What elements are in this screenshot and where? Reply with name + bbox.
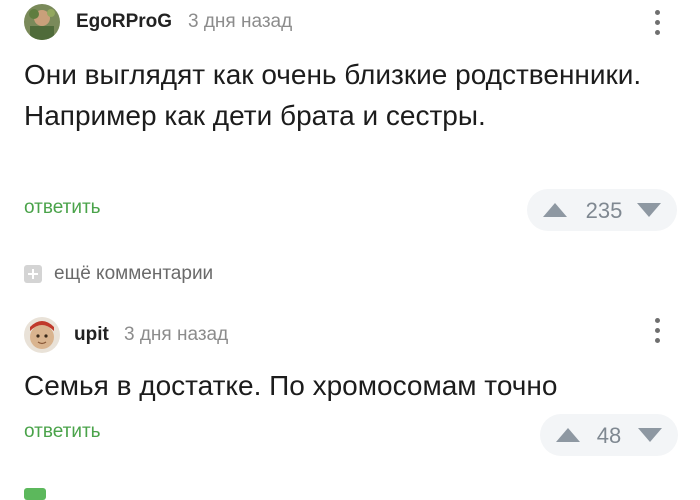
timestamp: 3 дня назад	[188, 11, 293, 32]
vote-control: 235	[527, 189, 677, 231]
plus-icon	[24, 265, 42, 283]
downvote-arrow-icon[interactable]	[638, 428, 662, 442]
comment-text: Семья в достатке. По хромосомам точно	[24, 370, 558, 401]
comment: EgoRProG 3 дня назад Они выглядят как оч…	[0, 0, 700, 245]
upvote-arrow-icon[interactable]	[543, 203, 567, 217]
downvote-arrow-icon[interactable]	[637, 203, 661, 217]
reply-button[interactable]: ответить	[24, 197, 101, 219]
next-item-marker	[24, 488, 46, 500]
timestamp: 3 дня назад	[124, 324, 229, 345]
comment: upit 3 дня назад Семья в достатке. По хр…	[0, 305, 700, 465]
vote-score: 48	[596, 423, 622, 448]
kebab-menu-icon[interactable]	[651, 8, 663, 38]
avatar[interactable]	[24, 317, 60, 353]
reply-button[interactable]: ответить	[24, 421, 101, 443]
more-comments-label: ещё комментарии	[54, 263, 214, 284]
upvote-arrow-icon[interactable]	[556, 428, 580, 442]
kebab-menu-icon[interactable]	[651, 316, 663, 346]
comment-text: Они выглядят как очень близкие родственн…	[24, 59, 642, 131]
username[interactable]: EgoRProG	[76, 11, 172, 33]
vote-score: 235	[585, 198, 623, 223]
username[interactable]: upit	[74, 324, 109, 346]
vote-control: 48	[540, 414, 678, 456]
avatar[interactable]	[24, 4, 60, 40]
